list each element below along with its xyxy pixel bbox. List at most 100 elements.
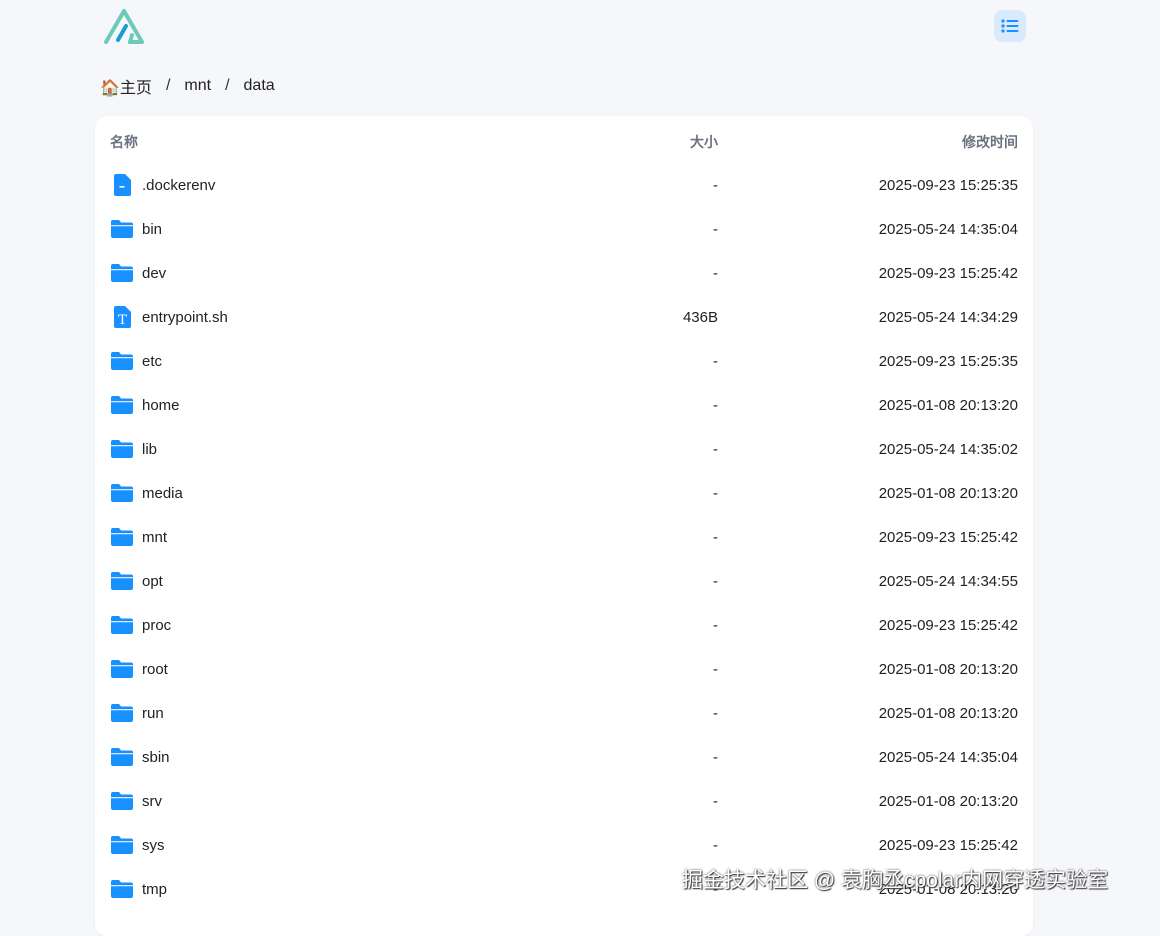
file-name[interactable]: opt [142,573,163,590]
file-modified: 2025-01-08 20:13:20 [878,792,1018,810]
file-name[interactable]: entrypoint.sh [142,309,228,326]
file-size: 436B [682,308,718,326]
file-modified: 2025-09-23 15:25:42 [878,616,1018,634]
file-row[interactable]: sbin - 2025-05-24 14:35:04 [95,735,1033,779]
file-size: - [713,220,718,238]
file-modified: 2025-09-23 15:25:42 [878,264,1018,282]
file-modified: 2025-01-08 20:13:20 [878,704,1018,722]
file-row[interactable]: proc - 2025-09-23 15:25:42 [95,603,1033,647]
file-modified: 2025-05-24 14:34:29 [878,308,1018,326]
file-name[interactable]: home [142,397,180,414]
file-modified: 2025-09-23 15:25:42 [878,836,1018,854]
header-modified[interactable]: 修改时间 [962,132,1018,152]
file-name[interactable]: run [142,705,164,722]
breadcrumb: 🏠主页 / mnt / data [100,74,275,98]
breadcrumb-mnt[interactable]: mnt [184,77,211,95]
file-icon [110,173,134,197]
svg-text:T: T [118,313,127,328]
table-header: 名称 大小 修改时间 [95,132,1033,154]
file-size: - [713,660,718,678]
list-icon [1001,19,1019,33]
file-size: - [713,748,718,766]
header-name[interactable]: 名称 [110,132,138,152]
breadcrumb-data[interactable]: data [244,77,275,95]
file-modified: 2025-01-08 20:13:20 [878,660,1018,678]
file-name[interactable]: media [142,485,183,502]
folder-icon [110,349,134,373]
file-modified: 2025-09-23 15:25:35 [878,176,1018,194]
file-name[interactable]: srv [142,793,162,810]
file-name[interactable]: lib [142,441,157,458]
file-row[interactable]: bin - 2025-05-24 14:35:04 [95,207,1033,251]
breadcrumb-separator: / [165,77,171,94]
folder-icon [110,657,134,681]
file-name[interactable]: dev [142,265,166,282]
folder-icon [110,745,134,769]
breadcrumb-home[interactable]: 🏠主页 [100,74,152,98]
file-row[interactable]: etc - 2025-09-23 15:25:35 [95,339,1033,383]
file-name[interactable]: .dockerenv [142,177,215,194]
file-row[interactable]: srv - 2025-01-08 20:13:20 [95,779,1033,823]
folder-icon [110,261,134,285]
file-size: - [713,484,718,502]
text-file-icon: T [110,305,134,329]
file-name[interactable]: sbin [142,749,170,766]
file-modified: 2025-05-24 14:34:55 [878,572,1018,590]
header-size[interactable]: 大小 [690,132,718,152]
folder-icon [110,701,134,725]
file-row[interactable]: mnt - 2025-09-23 15:25:42 [95,515,1033,559]
file-size: - [713,264,718,282]
file-size: - [713,836,718,854]
folder-icon [110,877,134,901]
file-row[interactable]: dev - 2025-09-23 15:25:42 [95,251,1033,295]
view-toggle-button[interactable] [994,10,1026,42]
file-size: - [713,352,718,370]
file-size: - [713,616,718,634]
file-name[interactable]: sys [142,837,165,854]
file-size: - [713,528,718,546]
file-modified: 2025-05-24 14:35:04 [878,748,1018,766]
file-size: - [713,176,718,194]
file-size: - [713,440,718,458]
file-modified: 2025-01-08 20:13:20 [878,484,1018,502]
file-row[interactable]: root - 2025-01-08 20:13:20 [95,647,1033,691]
file-row[interactable]: sys - 2025-09-23 15:25:42 [95,823,1033,867]
file-row[interactable]: .dockerenv - 2025-09-23 15:25:35 [95,163,1033,207]
file-size: - [713,792,718,810]
folder-icon [110,437,134,461]
file-list: 名称 大小 修改时间 .dockerenv - 2025-09-23 15:25… [95,116,1033,936]
folder-icon [110,393,134,417]
file-name[interactable]: etc [142,353,162,370]
file-row[interactable]: home - 2025-01-08 20:13:20 [95,383,1033,427]
house-icon: 🏠 [100,80,120,97]
file-row[interactable]: opt - 2025-05-24 14:34:55 [95,559,1033,603]
watermark: 掘金技术社区 @ 袁胸丞cpolar内网穿透实验室 [682,869,1109,892]
folder-icon [110,217,134,241]
file-name[interactable]: mnt [142,529,167,546]
file-modified: 2025-09-23 15:25:42 [878,528,1018,546]
file-size: - [713,572,718,590]
folder-icon [110,569,134,593]
top-header [95,0,1033,56]
file-modified: 2025-05-24 14:35:02 [878,440,1018,458]
breadcrumb-home-label: 主页 [119,80,152,97]
file-modified: 2025-09-23 15:25:35 [878,352,1018,370]
file-row[interactable]: run - 2025-01-08 20:13:20 [95,691,1033,735]
file-name[interactable]: tmp [142,881,167,898]
file-size: - [713,396,718,414]
folder-icon [110,789,134,813]
breadcrumb-separator: / [225,77,230,94]
folder-icon [110,525,134,549]
file-row[interactable]: media - 2025-01-08 20:13:20 [95,471,1033,515]
folder-icon [110,613,134,637]
file-name[interactable]: proc [142,617,171,634]
file-size: - [713,704,718,722]
folder-icon [110,481,134,505]
file-row[interactable]: lib - 2025-05-24 14:35:02 [95,427,1033,471]
file-modified: 2025-01-08 20:13:20 [878,396,1018,414]
app-logo[interactable] [103,8,145,46]
file-name[interactable]: bin [142,221,162,238]
file-row[interactable]: T entrypoint.sh 436B 2025-05-24 14:34:29 [95,295,1033,339]
file-name[interactable]: root [142,661,168,678]
file-modified: 2025-05-24 14:35:04 [878,220,1018,238]
